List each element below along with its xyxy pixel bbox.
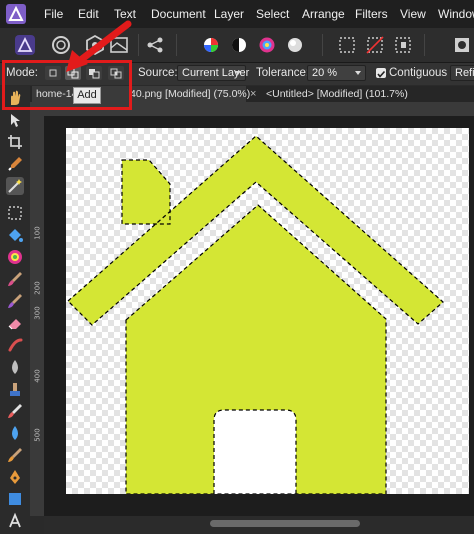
menu-edit[interactable]: Edit bbox=[78, 7, 99, 21]
pen-icon[interactable] bbox=[6, 468, 24, 486]
chevron-down-icon bbox=[235, 71, 241, 75]
tolerance-label: Tolerance: bbox=[256, 67, 310, 79]
selection-brush-icon[interactable] bbox=[6, 155, 24, 173]
color-picker-icon[interactable] bbox=[6, 248, 24, 266]
menu-view[interactable]: View bbox=[400, 7, 426, 21]
magic-wand-icon[interactable] bbox=[6, 177, 24, 195]
refine-button[interactable]: Refi bbox=[450, 65, 474, 81]
tab-home-png[interactable]: home-14 40.png [Modified] (75.0%) × bbox=[32, 86, 256, 102]
close-icon[interactable]: × bbox=[250, 86, 256, 102]
tolerance-value: 20 % bbox=[312, 67, 338, 79]
marquee-icon[interactable] bbox=[6, 204, 24, 222]
crop-icon[interactable] bbox=[6, 133, 24, 151]
photo-persona-icon[interactable] bbox=[14, 34, 36, 56]
add-tooltip: Add bbox=[73, 87, 101, 104]
menu-filters[interactable]: Filters bbox=[355, 7, 388, 21]
chimney-shape bbox=[122, 160, 170, 224]
contiguous-label: Contiguous bbox=[389, 67, 448, 79]
move-icon[interactable] bbox=[6, 111, 24, 129]
invert-selection-icon[interactable] bbox=[392, 34, 414, 56]
fill-icon[interactable] bbox=[6, 226, 24, 244]
contiguous-checkbox[interactable] bbox=[376, 68, 386, 78]
ruler-label: 300 bbox=[33, 306, 42, 320]
white-balance-icon[interactable] bbox=[284, 34, 306, 56]
house-shape bbox=[67, 135, 444, 495]
blur-icon[interactable] bbox=[6, 358, 24, 376]
levels-icon[interactable] bbox=[200, 34, 222, 56]
refine-label: Refi bbox=[455, 67, 474, 79]
quick-mask-icon[interactable] bbox=[452, 34, 474, 56]
clone-icon[interactable] bbox=[6, 380, 24, 398]
drop-icon[interactable] bbox=[6, 424, 24, 442]
tab-untitled[interactable]: <Untitled> [Modified] (101.7%) bbox=[266, 86, 466, 102]
ruler-label: 200 bbox=[33, 281, 42, 295]
shape-icon[interactable] bbox=[6, 490, 24, 508]
door-opening bbox=[214, 410, 296, 494]
mode-label: Mode: bbox=[6, 67, 38, 79]
source-label: Source: bbox=[138, 67, 178, 79]
app-logo-icon[interactable] bbox=[6, 4, 26, 24]
ruler-label: 400 bbox=[33, 369, 42, 383]
eraser-icon[interactable] bbox=[6, 314, 24, 332]
tools-panel bbox=[0, 86, 30, 534]
chevron-down-icon bbox=[355, 71, 361, 75]
share-icon[interactable] bbox=[144, 34, 166, 56]
annotation-arrow bbox=[66, 20, 132, 72]
tab-label: <Untitled> [Modified] (101.7%) bbox=[266, 88, 408, 100]
tolerance-field[interactable]: 20 % bbox=[307, 65, 366, 81]
healing-icon[interactable] bbox=[6, 402, 24, 420]
paint-brush-icon[interactable] bbox=[6, 270, 24, 288]
menu-select[interactable]: Select bbox=[256, 7, 289, 21]
smudge-icon[interactable] bbox=[6, 336, 24, 354]
menu-window[interactable]: Window bbox=[438, 7, 474, 21]
ruler-label: 100 bbox=[33, 226, 42, 240]
view-icon[interactable] bbox=[6, 89, 24, 107]
vertical-ruler: 100 200 300 400 500 bbox=[30, 116, 44, 516]
scrollbar-thumb[interactable] bbox=[210, 520, 360, 527]
tab-label-tail: 40.png [Modified] (75.0%) bbox=[130, 88, 251, 100]
menu-layer[interactable]: Layer bbox=[214, 7, 244, 21]
text-icon[interactable] bbox=[6, 512, 24, 530]
horizontal-ruler bbox=[30, 102, 474, 116]
select-all-icon[interactable] bbox=[336, 34, 358, 56]
document-canvas[interactable] bbox=[66, 128, 469, 495]
black-white-icon[interactable] bbox=[228, 34, 250, 56]
horizontal-scrollbar[interactable] bbox=[44, 516, 474, 534]
menu-text[interactable]: Text bbox=[114, 7, 136, 21]
menu-arrange[interactable]: Arrange bbox=[302, 7, 345, 21]
menu-document[interactable]: Document bbox=[151, 7, 206, 21]
paint-mixer-icon[interactable] bbox=[6, 292, 24, 310]
dodge-icon[interactable] bbox=[6, 446, 24, 464]
menu-file[interactable]: File bbox=[44, 7, 63, 21]
tab-label: home-14 bbox=[36, 88, 78, 100]
source-dropdown[interactable]: Current Layer bbox=[177, 65, 249, 81]
ruler-label: 500 bbox=[33, 428, 42, 442]
hsl-icon[interactable] bbox=[256, 34, 278, 56]
deselect-icon[interactable] bbox=[364, 34, 386, 56]
